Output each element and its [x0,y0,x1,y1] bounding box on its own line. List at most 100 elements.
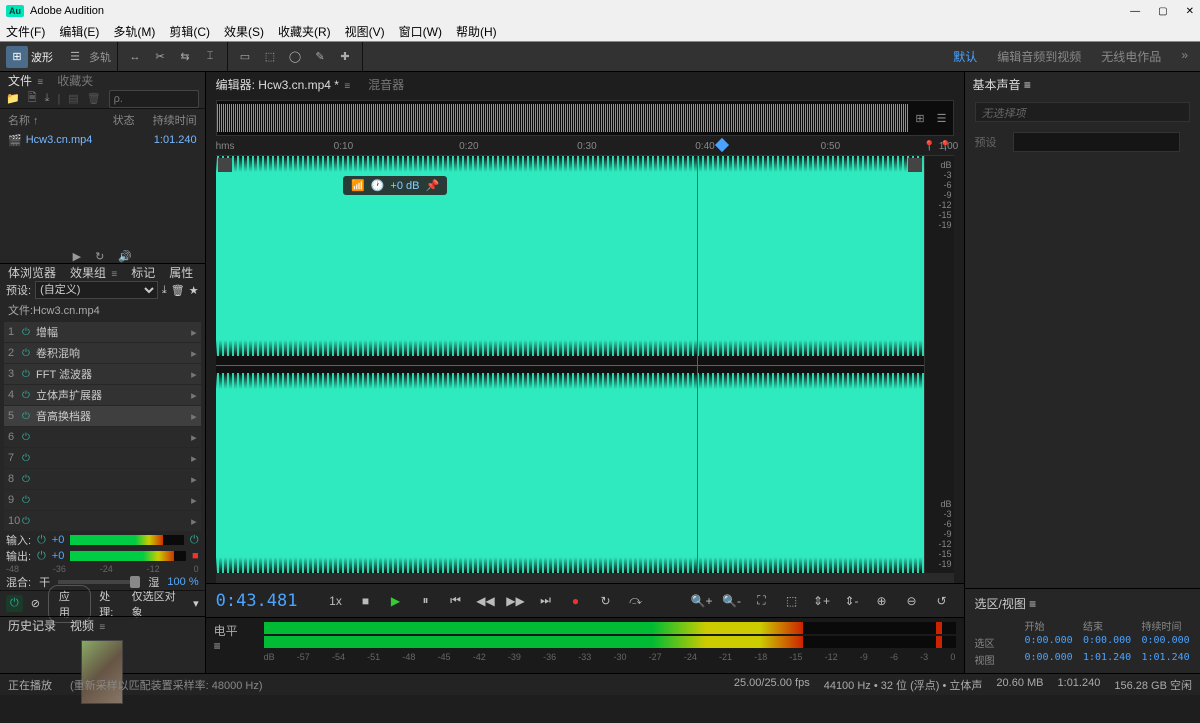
preview-autoplay-icon[interactable]: 🔊 [118,250,132,263]
mix-percent[interactable]: 100 % [167,576,198,588]
rate-button[interactable]: 1x [324,590,348,612]
view-dur[interactable]: 1:01.240 [1142,652,1191,667]
input-power-icon[interactable]: ⏻ [190,534,199,547]
fx-slot-5[interactable]: 5⏻音高换档器▸ [4,406,201,426]
fx-slot-2[interactable]: 2⏻卷积混响▸ [4,343,201,363]
zoom-in-point-icon[interactable]: ⊕ [870,590,894,612]
multitrack-mode-button[interactable]: ☰ [64,46,86,68]
fx-slot-3[interactable]: 3⏻FFT 滤波器▸ [4,364,201,384]
waveform-overview[interactable]: ⊞ ☰ [216,100,954,136]
tab-history[interactable]: 历史记录 [8,617,56,634]
playback-cursor[interactable] [697,156,698,573]
close-button[interactable]: ✕ [1186,6,1194,17]
col-status[interactable]: 状态 [113,112,135,128]
gain-hud[interactable]: 📶 🕐 +0 dB 📌 [343,176,447,195]
tab-favorites[interactable]: 收藏夹 [57,72,93,89]
menu-window[interactable]: 窗口(W) [399,23,442,40]
view-start[interactable]: 0:00.000 [1025,652,1074,667]
go-end-button[interactable]: ⏭ [534,590,558,612]
output-clip-icon[interactable]: ■ [192,550,199,562]
workspace-more-icon[interactable]: » [1181,48,1188,65]
process-mode[interactable]: 仅选区对象 [132,588,185,620]
hud-pin-icon[interactable]: 📌 [425,179,439,192]
fx-slot-9[interactable]: 9⏻▸ [4,490,201,510]
waveform-mode-button[interactable]: ⊞ [6,46,28,68]
zoom-reset-icon[interactable]: ↺ [930,590,954,612]
sel-end[interactable]: 0:00.000 [1083,635,1132,650]
marquee-tool-icon[interactable]: ⬚ [259,46,281,68]
tab-media-browser[interactable]: 体浏览器 [8,264,56,281]
stop-button[interactable]: ■ [354,590,378,612]
loop-button[interactable]: ↻ [594,590,618,612]
minimize-button[interactable]: — [1130,6,1140,17]
record-button[interactable]: ● [564,590,588,612]
waveform-editor[interactable]: L R 📶 🕐 +0 dB 📌 [216,156,924,573]
menu-view[interactable]: 视图(V) [345,23,385,40]
fx-slot-1[interactable]: 1⏻增幅▸ [4,322,201,342]
fx-slot-8[interactable]: 8⏻▸ [4,469,201,489]
overview-menu-icon[interactable]: ☰ [931,112,953,125]
slip-tool-icon[interactable]: ⇆ [174,46,196,68]
menu-clip[interactable]: 剪辑(C) [169,23,210,40]
menu-help[interactable]: 帮助(H) [456,23,497,40]
preset-delete-icon[interactable]: 🗑 [171,284,185,297]
fx-slot-10[interactable]: 10⏻▸ [4,511,201,531]
fx-slot-7[interactable]: 7⏻▸ [4,448,201,468]
maximize-button[interactable]: ▢ [1158,6,1167,17]
output-gain[interactable]: +0 [52,550,65,562]
multitrack-mode-label[interactable]: 多轨 [89,49,111,65]
trash-icon[interactable]: 🗑 [87,92,101,105]
menu-edit[interactable]: 编辑(E) [59,23,99,40]
heal-tool-icon[interactable]: ✚ [334,46,356,68]
razor-tool-icon[interactable]: ✂ [149,46,171,68]
tab-files[interactable]: 文件 ≡ [8,72,43,89]
tab-properties[interactable]: 属性 [169,264,193,281]
go-start-button[interactable]: ⏮ [444,590,468,612]
process-dropdown-icon[interactable]: ▾ [193,597,199,610]
workspace-radio[interactable]: 无线电作品 [1101,48,1161,65]
filter-icon[interactable]: ▤ [68,92,78,105]
channel-toggle-tr-icon[interactable] [908,158,922,172]
tab-essential-sound[interactable]: 基本声音 ≡ [973,76,1031,93]
horizontal-scrollbar[interactable] [216,573,954,583]
zoom-out-icon[interactable]: 🔍- [720,590,744,612]
tab-effects-rack[interactable]: 效果组 ≡ [70,264,117,281]
zoom-out-v-icon[interactable]: ⇕- [840,590,864,612]
menu-multitrack[interactable]: 多轨(M) [113,23,155,40]
zoom-out-point-icon[interactable]: ⊖ [900,590,924,612]
rack-power-icon[interactable]: ⏻ [6,595,23,612]
channel-toggle-tl-icon[interactable] [218,158,232,172]
rewind-button[interactable]: ◀◀ [474,590,498,612]
menu-effects[interactable]: 效果(S) [224,23,264,40]
waveform-mode-label[interactable]: 波形 [31,49,53,65]
playhead-icon[interactable] [715,138,729,152]
file-item[interactable]: 🎬 Hcw3.cn.mp4 1:01.240 [0,131,205,150]
tab-markers[interactable]: 标记 [131,264,155,281]
forward-button[interactable]: ▶▶ [504,590,528,612]
new-file-icon[interactable]: 🗎 [28,89,37,108]
sel-start[interactable]: 0:00.000 [1025,635,1074,650]
col-name[interactable]: 名称 ↑ [8,112,39,128]
import-icon[interactable]: ⤓ [45,92,50,105]
zoom-in-v-icon[interactable]: ⇕+ [810,590,834,612]
mix-slider[interactable] [58,580,140,584]
zoom-full-icon[interactable]: ⛶ [750,590,774,612]
col-duration[interactable]: 持续时间 [153,112,197,128]
lasso-tool-icon[interactable]: ◯ [284,46,306,68]
select-tool-icon[interactable]: ▭ [234,46,256,68]
menu-favorites[interactable]: 收藏夹(R) [278,23,331,40]
workspace-video[interactable]: 编辑音频到视频 [997,48,1081,65]
preset-save-icon[interactable]: ⤓ [162,284,167,297]
pin-left-icon[interactable]: 📍 [923,141,935,152]
fx-slot-4[interactable]: 4⏻立体声扩展器▸ [4,385,201,405]
input-gain[interactable]: +0 [52,534,65,546]
rack-bypass-icon[interactable]: ⊘ [31,597,40,610]
sel-dur[interactable]: 0:00.000 [1142,635,1191,650]
time-tool-icon[interactable]: ⌶ [199,46,221,68]
menu-file[interactable]: 文件(F) [6,23,45,40]
zoom-sel-icon[interactable]: ⬚ [780,590,804,612]
file-search-input[interactable]: ρ. [109,90,199,108]
video-thumbnail[interactable] [81,640,123,704]
brush-tool-icon[interactable]: ✎ [309,46,331,68]
essential-preset-select[interactable] [1013,132,1181,152]
